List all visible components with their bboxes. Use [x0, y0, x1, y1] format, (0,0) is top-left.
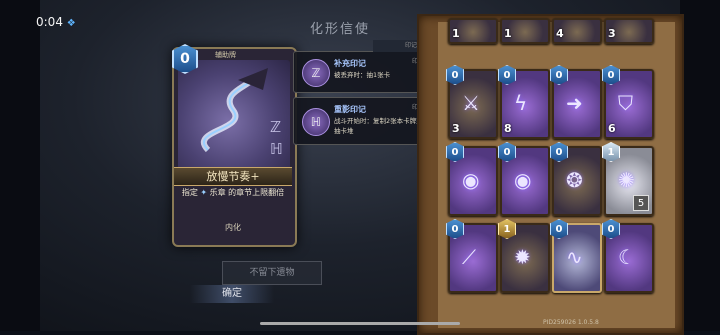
page-title: 化形信使 — [310, 22, 371, 37]
version-label: PID259026 1.0.5.8 — [543, 319, 599, 326]
orb-icon: ◉ — [462, 168, 480, 192]
info-title: 重影印记 — [334, 105, 366, 114]
card-count: 4 — [556, 27, 564, 40]
swirl-icon: ✺ — [618, 168, 635, 192]
card-count: 1 — [452, 27, 460, 40]
deck-card[interactable]: 3 — [604, 18, 654, 44]
card-count: 1 — [504, 27, 512, 40]
card-type-label: 辅助牌 — [215, 51, 236, 59]
confirm-button[interactable]: 确定 — [190, 285, 274, 303]
info-title: 补充印记 — [334, 59, 366, 68]
deck-card-selected[interactable]: 0 ∿ — [550, 219, 602, 293]
deck-card[interactable]: 1 — [500, 18, 550, 44]
card-count: 6 — [608, 122, 616, 135]
card-description: 指定 ✦ 乐章 的章节上限翻倍 — [176, 186, 290, 216]
deck-card[interactable]: 0 ⛉ 6 — [602, 65, 654, 139]
wisp-icon: ☾ — [618, 245, 636, 269]
card-count: 3 — [452, 122, 460, 135]
creature-icon: ✹ — [514, 245, 531, 269]
movement-icon: ✦ — [200, 188, 208, 197]
info-panel-refill: ℤ 补充印记 印记 被丢弃时：抽1张卡 — [293, 51, 433, 93]
deck-card[interactable]: 0 ◉ — [498, 142, 550, 216]
info-panel-echo: ℍ 重影印记 印记 战斗开始时：复制2张本卡牌到抽卡堆 — [293, 97, 433, 145]
deck-card[interactable]: 1 ✺ 5 — [602, 142, 654, 216]
lightning-icon: ϟ — [514, 91, 528, 115]
beast-icon: ❂ — [566, 168, 583, 192]
card-count: 5 — [633, 195, 649, 211]
serpent-icon: ∿ — [566, 245, 583, 269]
info-text: 被丢弃时：抽1张卡 — [334, 71, 391, 79]
sigil-z: ℤ — [270, 118, 282, 136]
orb-icon: ◉ — [514, 168, 532, 192]
deck-card[interactable]: 4 — [552, 18, 602, 44]
right-bezel — [680, 0, 720, 331]
spear-icon: ⟋ — [462, 245, 476, 269]
home-indicator[interactable] — [260, 322, 460, 325]
deck-card[interactable]: 0 ϟ 8 — [498, 65, 550, 139]
card-desc-body: 乐章 的章节上限翻倍 — [209, 188, 285, 197]
left-bezel — [0, 0, 40, 331]
deck-card[interactable]: 0 ❂ — [550, 142, 602, 216]
refill-sigil-icon: ℤ — [302, 59, 330, 87]
card-desc-prefix: 指定 — [181, 188, 198, 197]
status-time: 0:04 ❖ — [36, 15, 76, 29]
deck-card[interactable]: 0 ➜ — [550, 65, 602, 139]
app-notification-icon: ❖ — [66, 18, 76, 29]
leave-no-relic-button[interactable]: 不留下遗物 — [222, 261, 322, 285]
shield-icon: ⛉ — [618, 91, 633, 115]
deck-card[interactable]: 0 ☾ — [602, 219, 654, 293]
arrow-icon: ➜ — [566, 91, 583, 115]
sigil-h: ℍ — [270, 140, 283, 158]
deck-card[interactable]: 0 ⟋ — [446, 219, 498, 293]
card-keyword: 内化 — [225, 223, 241, 232]
deck-card[interactable]: 0 ⚔ 3 — [446, 65, 498, 139]
deck-card[interactable]: 0 ◉ — [446, 142, 498, 216]
echo-sigil-icon: ℍ — [302, 108, 330, 136]
card-count: 3 — [608, 27, 616, 40]
deck-card[interactable]: 1 — [448, 18, 498, 44]
card-name: 放慢节奏+ — [174, 167, 292, 186]
behind-tag: 印记 — [373, 40, 420, 52]
card-count: 8 — [504, 122, 512, 135]
info-text: 战斗开始时：复制2张本卡牌到抽卡堆 — [334, 117, 423, 135]
clock-text: 0:04 — [36, 15, 63, 29]
deck-card[interactable]: 1 ✹ — [498, 219, 550, 293]
blade-icon: ⚔ — [462, 91, 480, 115]
